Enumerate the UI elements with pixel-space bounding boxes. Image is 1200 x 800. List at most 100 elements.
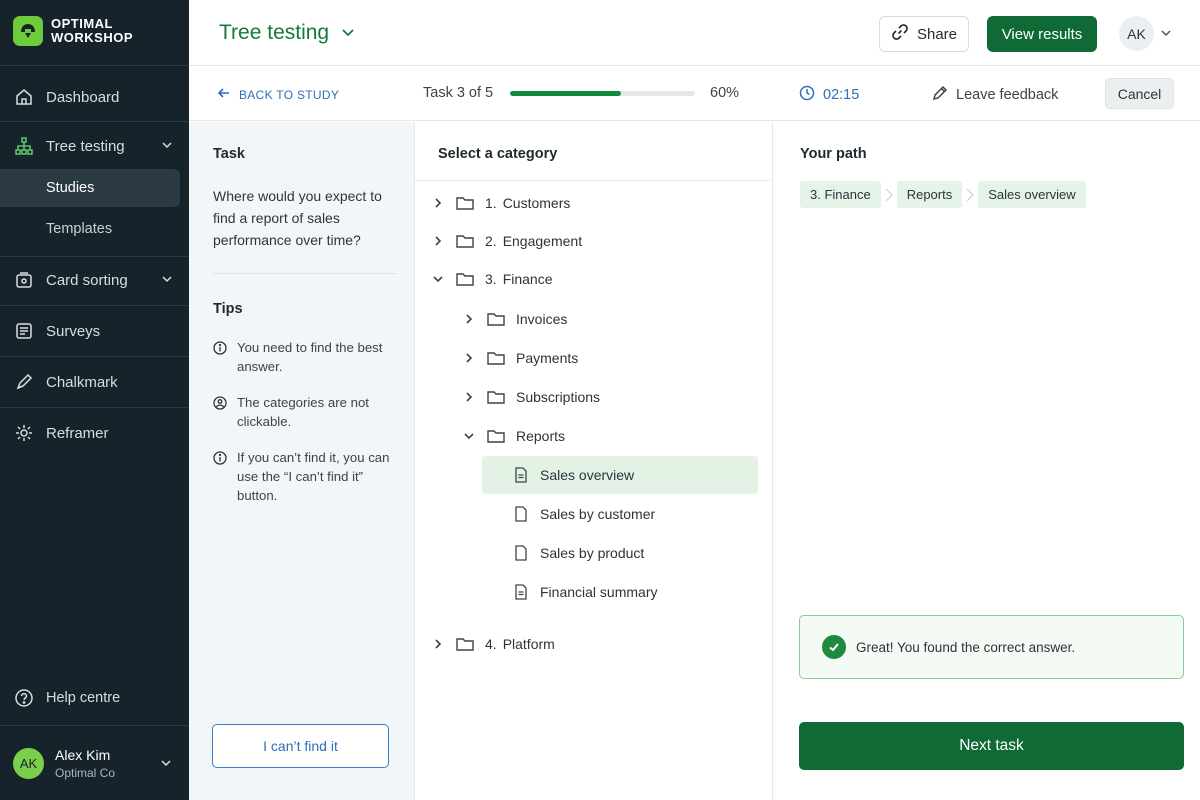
tree-item-customers[interactable]: 1. Customers	[431, 186, 570, 220]
tree-item-subscriptions[interactable]: Subscriptions	[462, 380, 600, 414]
tree-item-sales-overview[interactable]: Sales overview	[482, 456, 758, 494]
breadcrumb: 3. Finance Reports Sales overview	[800, 181, 1086, 208]
link-icon	[891, 23, 909, 45]
folder-icon	[455, 194, 475, 212]
tree-item-label: Finance	[502, 271, 553, 287]
user-menu[interactable]: AK Alex Kim Optimal Co	[0, 727, 189, 800]
progress-fill	[510, 91, 621, 96]
timer: 02:15	[799, 85, 859, 105]
sidebar-divider	[0, 65, 189, 66]
folder-icon	[486, 349, 506, 367]
tree-item-invoices[interactable]: Invoices	[462, 302, 567, 336]
check-circle-icon	[822, 635, 846, 659]
logo-icon	[13, 16, 43, 46]
cancel-button[interactable]: Cancel	[1105, 78, 1174, 109]
chevron-right-icon[interactable]	[462, 312, 476, 326]
tree-item-number: 4.	[485, 636, 497, 652]
document-icon	[514, 545, 528, 561]
sidebar-sub-templates[interactable]: Templates	[0, 210, 180, 248]
cant-find-it-button[interactable]: I can’t find it	[212, 724, 389, 768]
home-icon	[13, 86, 35, 108]
chevron-right-icon[interactable]	[431, 234, 445, 248]
sidebar-sub-label: Templates	[46, 221, 113, 237]
document-icon	[514, 584, 528, 600]
task-text: Where would you expect to find a report …	[213, 188, 382, 248]
top-header: Tree testing Share View results AK	[189, 0, 1200, 66]
tree-panel: Select a category 1. Customers 2. Engage…	[415, 122, 773, 800]
sidebar-item-reframer[interactable]: Reframer	[0, 413, 189, 453]
chevron-down-icon	[160, 756, 172, 774]
info-icon	[213, 451, 227, 465]
tree-item-label: Invoices	[516, 311, 568, 327]
sidebar-divider	[0, 407, 189, 408]
view-results-button[interactable]: View results	[987, 16, 1097, 52]
task-divider	[213, 273, 396, 274]
success-text: Great! You found the correct answer.	[856, 639, 1076, 655]
chevron-down-icon	[341, 21, 355, 45]
tip-item: If you can’t find it, you can use the “I…	[213, 448, 403, 505]
tree-item-label: Financial summary	[540, 584, 658, 600]
task-progress-bar	[510, 91, 695, 96]
tree-item-number: 1.	[485, 195, 497, 211]
sidebar-item-card-sorting[interactable]: Card sorting	[0, 260, 189, 300]
folder-icon	[455, 270, 475, 288]
pen-icon	[13, 371, 35, 393]
chevron-down-icon	[161, 272, 173, 289]
document-icon	[514, 467, 528, 483]
task-counter: Task 3 of 5	[423, 85, 494, 101]
sidebar-item-label: Reframer	[46, 424, 109, 442]
chevron-right-icon[interactable]	[431, 196, 445, 210]
sidebar-item-label: Card sorting	[46, 271, 128, 289]
tree-item-finance[interactable]: 3. Finance	[431, 262, 553, 296]
leave-feedback-link[interactable]: Leave feedback	[932, 85, 1058, 105]
tips-heading: Tips	[213, 301, 243, 317]
page-title[interactable]: Tree testing	[219, 21, 355, 45]
tree-item-sales-by-customer[interactable]: Sales by customer	[514, 497, 655, 531]
folder-icon	[486, 388, 506, 406]
sidebar-item-label: Chalkmark	[46, 373, 118, 391]
sidebar-help-centre[interactable]: Help centre	[0, 678, 189, 718]
avatar[interactable]: AK	[1119, 16, 1154, 51]
folder-icon	[486, 427, 506, 445]
tree-item-financial-summary[interactable]: Financial summary	[514, 575, 657, 609]
pencil-icon	[932, 85, 948, 105]
folder-icon	[455, 232, 475, 250]
page-title-text: Tree testing	[219, 21, 330, 44]
chevron-right-icon[interactable]	[462, 351, 476, 365]
arrow-left-icon	[217, 86, 231, 103]
tree-item-label: Sales by customer	[540, 506, 656, 522]
share-button[interactable]: Share	[879, 16, 969, 52]
next-task-button[interactable]: Next task	[799, 722, 1184, 770]
chevron-right-icon	[962, 188, 978, 202]
chevron-up-icon	[161, 138, 173, 155]
tree-item-payments[interactable]: Payments	[462, 341, 578, 375]
success-message: Great! You found the correct answer.	[799, 615, 1184, 679]
help-label: Help centre	[46, 690, 121, 706]
tree-item-label: Sales overview	[540, 467, 635, 483]
back-to-study-link[interactable]: BACK TO STUDY	[217, 86, 339, 103]
folder-icon	[486, 310, 506, 328]
chevron-down-icon[interactable]	[462, 429, 476, 443]
path-panel: Your path 3. Finance Reports Sales overv…	[773, 122, 1200, 800]
sidebar-sub-studies[interactable]: Studies	[0, 169, 180, 207]
tree-item-sales-by-product[interactable]: Sales by product	[514, 536, 644, 570]
chevron-down-icon[interactable]	[431, 272, 445, 286]
breadcrumb-item: 3. Finance	[800, 181, 881, 208]
sidebar-item-dashboard[interactable]: Dashboard	[0, 77, 189, 117]
tree-item-label: Platform	[502, 636, 555, 652]
sidebar-item-chalkmark[interactable]: Chalkmark	[0, 362, 189, 402]
chevron-right-icon[interactable]	[431, 637, 445, 651]
chevron-right-icon[interactable]	[462, 390, 476, 404]
chevron-down-icon[interactable]	[1160, 26, 1172, 44]
tip-text: You need to find the best answer.	[237, 340, 383, 374]
logo-text: OPTIMAL WORKSHOP	[51, 16, 133, 45]
sidebar-divider	[0, 121, 189, 122]
tree-item-platform[interactable]: 4. Platform	[431, 627, 555, 661]
tree-item-engagement[interactable]: 2. Engagement	[431, 224, 582, 258]
sidebar-item-surveys[interactable]: Surveys	[0, 311, 189, 351]
user-name: Alex Kim	[55, 747, 111, 763]
sidebar-sub-label: Studies	[46, 180, 95, 196]
logo[interactable]: OPTIMAL WORKSHOP	[13, 16, 133, 46]
sidebar-item-tree-testing[interactable]: Tree testing	[0, 126, 189, 166]
tree-item-reports[interactable]: Reports	[462, 419, 565, 453]
